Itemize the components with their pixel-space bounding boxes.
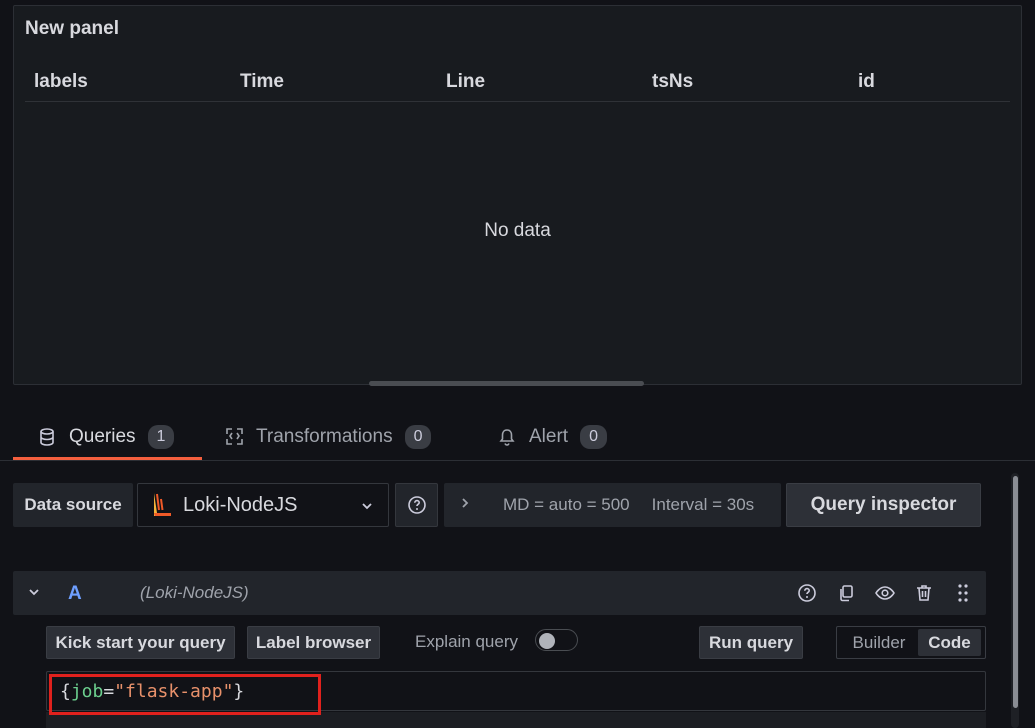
datasource-help-button[interactable]	[395, 483, 438, 527]
mode-builder[interactable]: Builder	[840, 629, 918, 656]
query-actions	[796, 582, 974, 604]
tabs-divider	[0, 460, 1035, 461]
duplicate-icon[interactable]	[835, 582, 857, 604]
query-ref-id[interactable]: A	[68, 583, 82, 605]
panel-title[interactable]: New panel	[25, 18, 119, 40]
max-data-points: MD = auto = 500	[503, 495, 630, 514]
panel-resize-handle[interactable]	[369, 381, 644, 386]
mode-code[interactable]: Code	[918, 629, 981, 656]
kick-start-button[interactable]: Kick start your query	[46, 626, 235, 659]
table-header: labels Time Line tsNs id	[25, 69, 1010, 102]
interval-value: Interval = 30s	[651, 495, 755, 514]
query-row-header: A (Loki-NodeJS)	[13, 571, 986, 615]
tab-alert-count: 0	[580, 424, 607, 449]
explain-query-label: Explain query	[415, 632, 519, 651]
datasource-picker[interactable]: Loki-NodeJS	[137, 483, 389, 527]
toggle-knob	[539, 633, 555, 649]
scrollbar-thumb[interactable]	[1013, 476, 1018, 708]
column-header-tsns[interactable]: tsNs	[652, 71, 693, 93]
tab-alert-label: Alert	[529, 425, 569, 447]
query-options-toggle[interactable]: MD = auto = 500 Interval = 30s	[444, 483, 781, 527]
loki-logo-icon	[150, 491, 174, 519]
collapse-chevron-icon[interactable]	[27, 585, 41, 604]
run-query-button[interactable]: Run query	[699, 626, 803, 659]
query-datasource-hint: (Loki-NodeJS)	[140, 583, 249, 602]
bell-icon	[497, 427, 517, 447]
tab-transformations-label: Transformations	[256, 425, 393, 447]
tab-queries-label: Queries	[69, 425, 136, 447]
panel: New panel labels Time Line tsNs id No da…	[13, 5, 1022, 386]
editor-tabs: Queries 1 Transformations 0 Alert 0	[13, 414, 1022, 460]
tab-alert[interactable]: Alert 0	[497, 414, 607, 459]
column-header-time[interactable]: Time	[240, 71, 284, 93]
datasource-label: Data source	[13, 483, 133, 527]
column-header-id[interactable]: id	[858, 71, 875, 93]
column-header-line[interactable]: Line	[446, 71, 485, 93]
label-browser-button[interactable]: Label browser	[247, 626, 380, 659]
explain-query-toggle[interactable]	[535, 629, 578, 651]
tab-queries-count: 1	[147, 424, 175, 449]
query-toolbar: Kick start your query Label browser Expl…	[46, 626, 986, 660]
tab-transformations[interactable]: Transformations 0	[224, 414, 432, 459]
help-circle-icon	[407, 495, 427, 515]
column-header-labels[interactable]: labels	[34, 71, 88, 93]
database-icon	[37, 427, 57, 447]
highlight-annotation	[49, 674, 321, 715]
chevron-right-icon	[459, 495, 471, 515]
transform-icon	[224, 427, 244, 447]
help-icon[interactable]	[796, 582, 818, 604]
eye-icon[interactable]	[874, 582, 896, 604]
datasource-selected: Loki-NodeJS	[183, 493, 298, 516]
tab-transformations-count: 0	[404, 424, 432, 449]
no-data-message: No data	[484, 220, 551, 241]
trash-icon[interactable]	[913, 582, 935, 604]
editor-mode-switch: Builder Code	[836, 626, 986, 659]
tab-queries[interactable]: Queries 1	[13, 414, 202, 460]
query-inspector-button[interactable]: Query inspector	[786, 483, 981, 527]
chevron-down-icon	[360, 496, 374, 519]
drag-handle-icon[interactable]	[952, 582, 974, 604]
